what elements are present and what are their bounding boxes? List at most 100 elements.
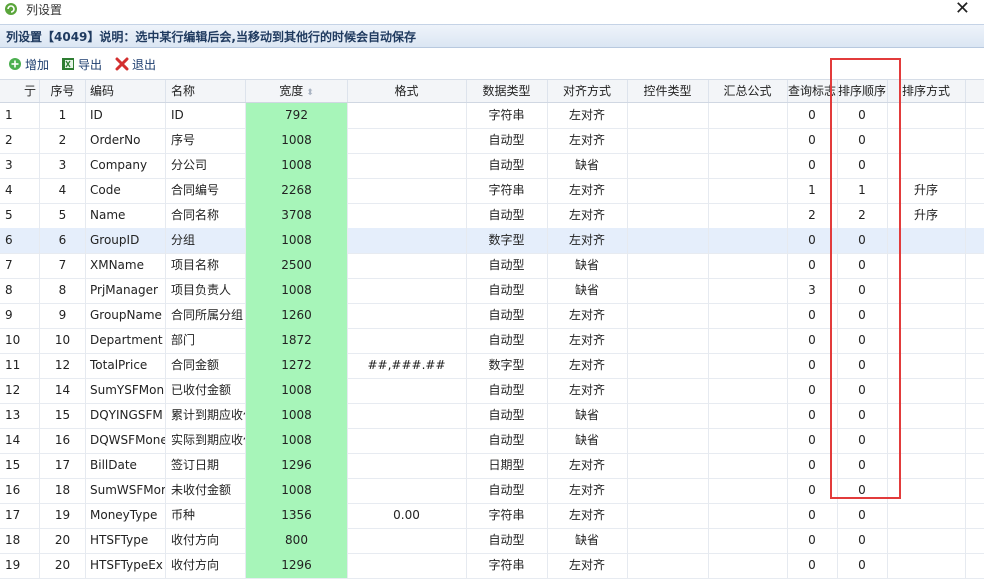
cell-align[interactable]: 左对齐 xyxy=(547,228,628,253)
cell-query[interactable]: 0 xyxy=(787,103,838,128)
cell-code[interactable]: SumYSFMon xyxy=(85,378,166,403)
cell-sortorder[interactable]: 0 xyxy=(837,328,888,353)
cell-width[interactable]: 800 xyxy=(246,528,348,553)
cell-sortmode[interactable] xyxy=(887,228,966,253)
table-row[interactable]: 17 19 MoneyType 币种 1356 0.00 字符串 左对齐 0 0 xyxy=(0,503,984,529)
cell-align[interactable]: 缺省 xyxy=(547,278,628,303)
cell-sortmode[interactable] xyxy=(887,278,966,303)
cell-rownum[interactable]: 3 xyxy=(0,153,40,178)
cell-ctrl[interactable] xyxy=(627,228,709,253)
cell-code[interactable]: GroupID xyxy=(85,228,166,253)
cell-seq[interactable]: 16 xyxy=(40,428,86,453)
cell-sortmode[interactable] xyxy=(887,328,966,353)
cell-sortmode[interactable] xyxy=(887,128,966,153)
cell-align[interactable]: 左对齐 xyxy=(547,328,628,353)
table-row[interactable]: 10 10 Department 部门 1872 自动型 左对齐 0 0 xyxy=(0,328,984,354)
table-row[interactable]: 16 18 SumWSFMor 未收付金额 1008 自动型 左对齐 0 0 xyxy=(0,478,984,504)
cell-rownum[interactable]: 10 xyxy=(0,328,40,353)
cell-seq[interactable]: 20 xyxy=(40,528,86,553)
cell-name[interactable]: 合同名称 xyxy=(166,203,246,228)
cell-name[interactable]: 分组 xyxy=(166,228,246,253)
cell-code[interactable]: TotalPrice xyxy=(85,353,166,378)
cell-width[interactable]: 1272 xyxy=(246,353,348,378)
cell-width[interactable]: 1008 xyxy=(246,228,348,253)
cell-name[interactable]: 分公司 xyxy=(166,153,246,178)
cell-dtype[interactable]: 数字型 xyxy=(466,353,548,378)
cell-query[interactable]: 0 xyxy=(787,228,838,253)
cell-width[interactable]: 1260 xyxy=(246,303,348,328)
cell-rownum[interactable]: 11 xyxy=(0,353,40,378)
table-row[interactable]: 1 1 ID ID 792 字符串 左对齐 0 0 xyxy=(0,103,984,129)
cell-sortorder[interactable]: 0 xyxy=(837,303,888,328)
cell-sortmode[interactable] xyxy=(887,253,966,278)
cell-ctrl[interactable] xyxy=(627,203,709,228)
cell-sortmode[interactable] xyxy=(887,353,966,378)
table-row[interactable]: 7 7 XMName 项目名称 2500 自动型 缺省 0 0 xyxy=(0,253,984,279)
cell-width[interactable]: 1296 xyxy=(246,553,348,578)
cell-dtype[interactable]: 自动型 xyxy=(466,303,548,328)
cell-query[interactable]: 0 xyxy=(787,328,838,353)
cell-query[interactable]: 0 xyxy=(787,253,838,278)
cell-align[interactable]: 左对齐 xyxy=(547,128,628,153)
cell-sortorder[interactable]: 0 xyxy=(837,278,888,303)
add-button[interactable]: 增加 xyxy=(8,55,49,73)
cell-dtype[interactable]: 自动型 xyxy=(466,478,548,503)
cell-name[interactable]: 部门 xyxy=(166,328,246,353)
cell-code[interactable]: DQYINGSFM xyxy=(85,403,166,428)
table-row[interactable]: 4 4 Code 合同编号 2268 字符串 左对齐 1 1 升序 xyxy=(0,178,984,204)
cell-seq[interactable]: 3 xyxy=(40,153,86,178)
cell-sum[interactable] xyxy=(708,353,788,378)
cell-sortorder[interactable]: 0 xyxy=(837,378,888,403)
cell-code[interactable]: Company xyxy=(85,153,166,178)
cell-ctrl[interactable] xyxy=(627,303,709,328)
cell-sortmode[interactable] xyxy=(887,528,966,553)
cell-rownum[interactable]: 19 xyxy=(0,553,40,578)
cell-sortorder[interactable]: 0 xyxy=(837,253,888,278)
cell-name[interactable]: 项目名称 xyxy=(166,253,246,278)
cell-ctrl[interactable] xyxy=(627,328,709,353)
cell-name[interactable]: 合同编号 xyxy=(166,178,246,203)
cell-width[interactable]: 1008 xyxy=(246,478,348,503)
header-name[interactable]: 名称 xyxy=(166,80,246,102)
cell-align[interactable]: 左对齐 xyxy=(547,378,628,403)
header-query[interactable]: 查询标志 xyxy=(787,80,838,102)
exit-button[interactable]: 退出 xyxy=(115,55,156,73)
cell-query[interactable]: 0 xyxy=(787,528,838,553)
cell-code[interactable]: BillDate xyxy=(85,453,166,478)
cell-rownum[interactable]: 2 xyxy=(0,128,40,153)
cell-format[interactable] xyxy=(347,228,467,253)
cell-sortorder[interactable]: 1 xyxy=(837,178,888,203)
cell-rownum[interactable]: 12 xyxy=(0,378,40,403)
table-row[interactable]: 19 20 HTSFTypeEx 收付方向 1296 字符串 左对齐 0 0 xyxy=(0,553,984,579)
cell-format[interactable] xyxy=(347,278,467,303)
cell-name[interactable]: 序号 xyxy=(166,128,246,153)
cell-sum[interactable] xyxy=(708,378,788,403)
cell-sortmode[interactable] xyxy=(887,478,966,503)
cell-seq[interactable]: 15 xyxy=(40,403,86,428)
cell-rownum[interactable]: 6 xyxy=(0,228,40,253)
header-sortmode[interactable]: 排序方式 xyxy=(887,80,966,102)
cell-name[interactable]: 收付方向 xyxy=(166,553,246,578)
cell-format[interactable]: 0.00 xyxy=(347,503,467,528)
cell-ctrl[interactable] xyxy=(627,353,709,378)
cell-sum[interactable] xyxy=(708,303,788,328)
cell-sortmode[interactable] xyxy=(887,503,966,528)
cell-width[interactable]: 1008 xyxy=(246,128,348,153)
table-row[interactable]: 8 8 PrjManager 项目负责人 1008 自动型 缺省 3 0 xyxy=(0,278,984,304)
cell-seq[interactable]: 1 xyxy=(40,103,86,128)
cell-query[interactable]: 0 xyxy=(787,403,838,428)
cell-rownum[interactable]: 13 xyxy=(0,403,40,428)
header-sum[interactable]: 汇总公式 xyxy=(708,80,788,102)
cell-width[interactable]: 1008 xyxy=(246,278,348,303)
cell-name[interactable]: ID xyxy=(166,103,246,128)
cell-dtype[interactable]: 字符串 xyxy=(466,553,548,578)
cell-query[interactable]: 0 xyxy=(787,478,838,503)
cell-rownum[interactable]: 17 xyxy=(0,503,40,528)
cell-format[interactable] xyxy=(347,303,467,328)
cell-dtype[interactable]: 自动型 xyxy=(466,278,548,303)
cell-rownum[interactable]: 16 xyxy=(0,478,40,503)
cell-sum[interactable] xyxy=(708,253,788,278)
table-row[interactable]: 1315DQYINGSFM累计到期应收付1008 自动型缺省 00 xyxy=(0,403,984,429)
cell-ctrl[interactable] xyxy=(627,153,709,178)
cell-format[interactable] xyxy=(347,103,467,128)
